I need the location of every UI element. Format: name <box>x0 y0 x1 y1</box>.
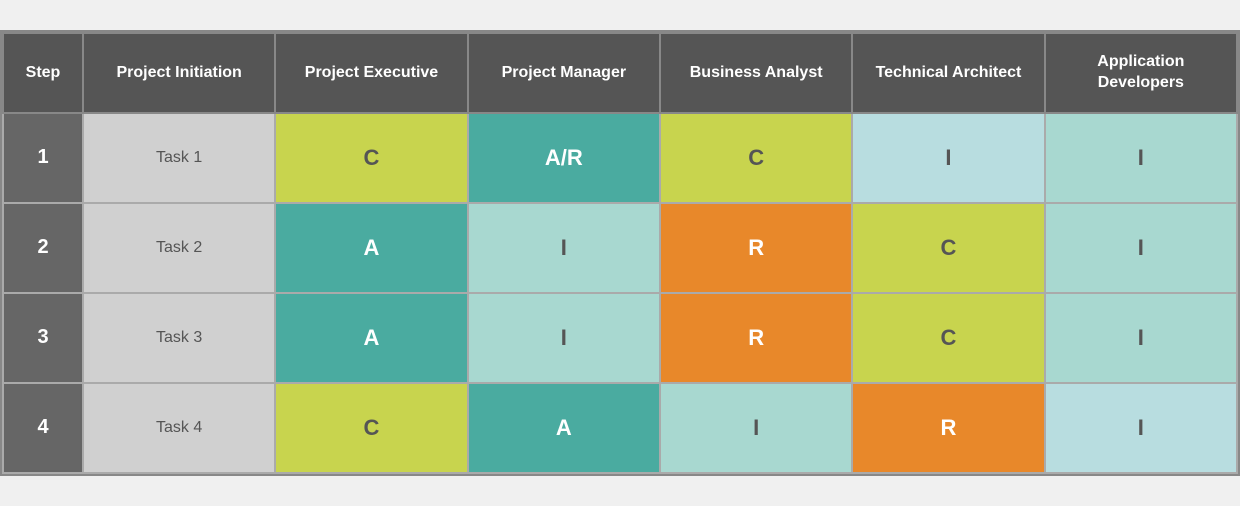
cell-project_executive-row1: C <box>275 113 467 203</box>
raci-table: Step Project Initiation Project Executiv… <box>2 32 1238 474</box>
task-label-2: Task 2 <box>83 203 275 293</box>
cell-project_manager-row4: A <box>468 383 660 473</box>
cell-business_analyst-row4: I <box>660 383 852 473</box>
header-project-initiation: Project Initiation <box>83 33 275 113</box>
header-business-analyst: Business Analyst <box>660 33 852 113</box>
cell-project_executive-row4: C <box>275 383 467 473</box>
cell-business_analyst-row2: R <box>660 203 852 293</box>
table-row: 3Task 3AIRCI <box>3 293 1237 383</box>
header-step: Step <box>3 33 83 113</box>
cell-application_developers-row3: I <box>1045 293 1237 383</box>
cell-technical_architect-row2: C <box>852 203 1044 293</box>
cell-technical_architect-row3: C <box>852 293 1044 383</box>
cell-technical_architect-row4: R <box>852 383 1044 473</box>
cell-project_executive-row3: A <box>275 293 467 383</box>
header-application-developers: Application Developers <box>1045 33 1237 113</box>
table-row: 1Task 1CA/RCII <box>3 113 1237 203</box>
header-row: Step Project Initiation Project Executiv… <box>3 33 1237 113</box>
table-row: 4Task 4CAIRI <box>3 383 1237 473</box>
cell-project_manager-row1: A/R <box>468 113 660 203</box>
step-num-2: 2 <box>3 203 83 293</box>
raci-table-wrapper: Step Project Initiation Project Executiv… <box>0 30 1240 476</box>
header-project-executive: Project Executive <box>275 33 467 113</box>
cell-application_developers-row1: I <box>1045 113 1237 203</box>
header-technical-architect: Technical Architect <box>852 33 1044 113</box>
header-project-manager: Project Manager <box>468 33 660 113</box>
cell-project_executive-row2: A <box>275 203 467 293</box>
cell-application_developers-row4: I <box>1045 383 1237 473</box>
step-num-3: 3 <box>3 293 83 383</box>
table-row: 2Task 2AIRCI <box>3 203 1237 293</box>
task-label-3: Task 3 <box>83 293 275 383</box>
cell-project_manager-row2: I <box>468 203 660 293</box>
cell-business_analyst-row1: C <box>660 113 852 203</box>
step-num-1: 1 <box>3 113 83 203</box>
task-label-4: Task 4 <box>83 383 275 473</box>
task-label-1: Task 1 <box>83 113 275 203</box>
cell-technical_architect-row1: I <box>852 113 1044 203</box>
cell-business_analyst-row3: R <box>660 293 852 383</box>
cell-project_manager-row3: I <box>468 293 660 383</box>
cell-application_developers-row2: I <box>1045 203 1237 293</box>
step-num-4: 4 <box>3 383 83 473</box>
